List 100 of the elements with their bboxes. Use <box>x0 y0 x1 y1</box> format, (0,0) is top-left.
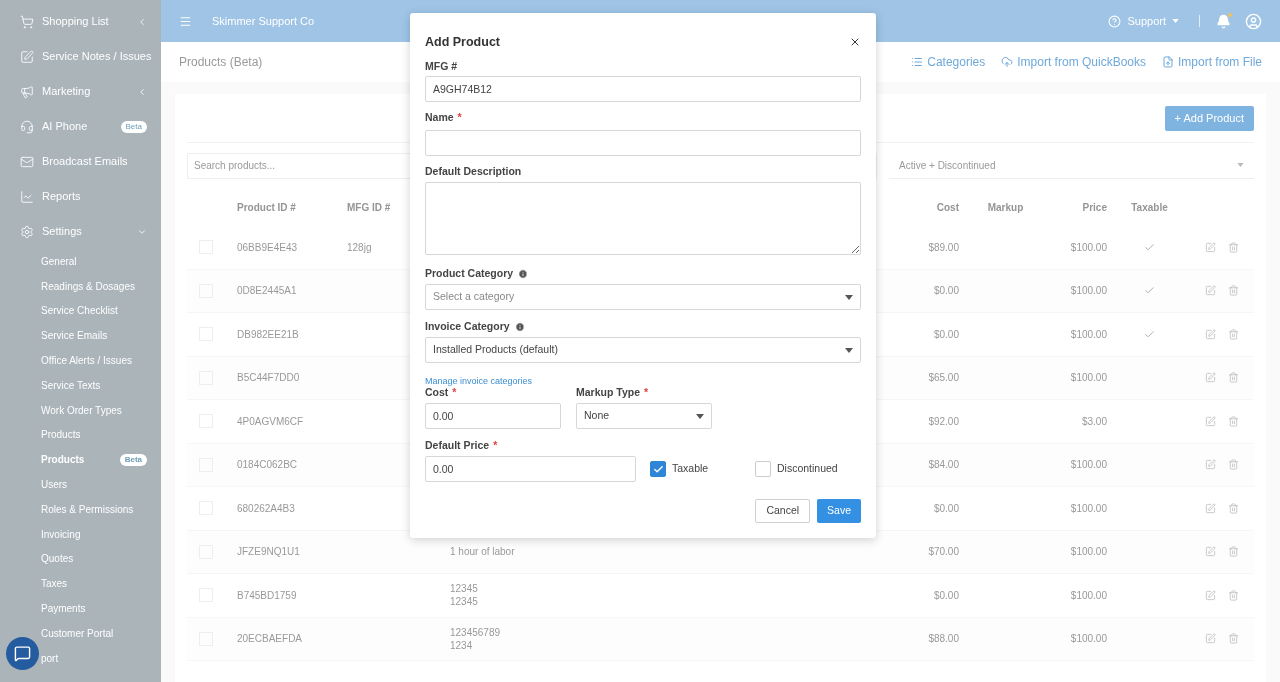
checkbox[interactable] <box>650 461 666 477</box>
edit-icon[interactable] <box>1205 633 1216 645</box>
delete-icon[interactable] <box>1228 241 1239 253</box>
delete-icon[interactable] <box>1228 459 1239 471</box>
cost-field[interactable]: 0.00 <box>425 403 561 429</box>
table-row[interactable]: B745BD1759 12345 12345 $0.00 $100.00 <box>187 574 1254 618</box>
info-icon[interactable] <box>518 269 529 279</box>
cancel-button[interactable]: Cancel <box>755 499 811 523</box>
column-header: Markup <box>986 200 1025 215</box>
status-filter[interactable]: Active + Discontinued <box>889 152 1254 179</box>
edit-icon[interactable] <box>1205 589 1216 601</box>
sidebar-subitem[interactable]: Taxes <box>0 571 161 597</box>
delete-icon[interactable] <box>1228 415 1239 427</box>
sidebar-subitem[interactable]: port <box>0 645 161 671</box>
checkbox[interactable] <box>755 461 771 477</box>
required-mark: * <box>457 110 462 126</box>
delete-icon[interactable] <box>1228 589 1239 601</box>
product-id: 0184C062BC <box>237 458 299 473</box>
delete-icon[interactable] <box>1228 502 1239 514</box>
caret-icon <box>696 413 704 419</box>
edit-icon[interactable] <box>1205 328 1216 340</box>
sidebar-item[interactable]: Reports <box>0 179 161 214</box>
sidebar-subitem[interactable]: Invoicing <box>0 521 161 547</box>
sidebar-item[interactable]: Broadcast Emails <box>0 144 161 179</box>
edit-icon[interactable] <box>1205 241 1216 253</box>
sidebar-item[interactable]: Service Notes / Issues <box>0 39 161 74</box>
product-id: 20ECBAEFDA <box>237 632 304 647</box>
delete-icon[interactable] <box>1228 372 1239 384</box>
edit-icon[interactable] <box>1205 502 1216 514</box>
cost-cell-text: $88.00 <box>927 632 959 647</box>
toolbar-link[interactable]: Categories <box>911 53 986 71</box>
avatar-icon[interactable] <box>1245 12 1262 30</box>
info-icon[interactable] <box>514 322 525 332</box>
price-cell-text: $100.00 <box>1069 458 1107 473</box>
sidebar-subitem[interactable]: Roles & Permissions <box>0 496 161 522</box>
sidebar-subitem[interactable]: Customer Portal <box>0 620 161 646</box>
delete-icon[interactable] <box>1228 285 1239 297</box>
manage-categories-link[interactable]: Manage invoice categories <box>425 376 533 386</box>
price-field[interactable]: 0.00 <box>425 456 636 482</box>
required-mark: * <box>452 386 457 401</box>
sidebar-subitem[interactable]: Readings & Dosages <box>0 273 161 299</box>
edit-icon[interactable] <box>1205 546 1216 558</box>
description-field[interactable] <box>425 182 861 255</box>
edit-icon[interactable] <box>1205 459 1216 471</box>
sidebar-subitem[interactable]: Work Order Types <box>0 397 161 423</box>
beta-badge: Beta <box>120 120 147 133</box>
settings-icon <box>20 224 34 239</box>
toolbar-link[interactable]: Import from File <box>1162 53 1262 71</box>
sidebar-subitem[interactable]: Service Emails <box>0 323 161 349</box>
product-id: 4P0AGVM6CF <box>237 414 305 429</box>
product-id: B5C44F7DD0 <box>237 371 301 386</box>
sidebar-subitem[interactable]: Products Beta <box>0 447 161 473</box>
save-button[interactable]: Save <box>817 499 861 523</box>
support-menu[interactable]: Support <box>1108 12 1179 30</box>
dialog-title: Add Product <box>425 33 500 51</box>
sidebar-subitem[interactable]: Quotes <box>0 546 161 572</box>
caret-icon <box>1237 163 1244 167</box>
product-id: JFZE9NQ1U1 <box>237 545 301 560</box>
menu-icon[interactable] <box>179 14 192 28</box>
add-product-button[interactable]: + Add Product <box>1164 105 1254 131</box>
edit-icon[interactable] <box>1205 415 1216 427</box>
cost-cell-text: $84.00 <box>927 458 959 473</box>
edit-icon[interactable] <box>1205 372 1216 384</box>
sidebar-subitem[interactable]: Products <box>0 422 161 448</box>
sidebar-subitem[interactable]: Office Alerts / Issues <box>0 348 161 373</box>
description-text: 123456789 <box>450 625 502 639</box>
sidebar-item[interactable]: Shopping List <box>0 4 161 39</box>
price-cell-text: $100.00 <box>1069 501 1107 516</box>
sidebar-subitem[interactable]: Users <box>0 472 161 497</box>
markup-type-select[interactable]: None <box>576 403 712 429</box>
description-text: 1 hour of labor <box>450 545 516 559</box>
sidebar-item[interactable]: AI Phone Beta <box>0 109 161 144</box>
cost-cell-text: $0.00 <box>932 501 959 516</box>
toolbar-link[interactable]: Import from QuickBooks <box>1001 53 1146 71</box>
field-label: Name <box>425 110 454 126</box>
notifications-button[interactable] <box>1216 13 1231 29</box>
price-cell-text: $100.00 <box>1069 240 1107 255</box>
mfg-field[interactable]: A9GH74B12 <box>425 76 861 102</box>
delete-icon[interactable] <box>1228 328 1239 340</box>
sidebar-subitem[interactable]: Payments <box>0 596 161 621</box>
headset-icon <box>20 119 34 134</box>
delete-icon[interactable] <box>1228 546 1239 558</box>
column-header: Cost <box>935 200 959 215</box>
invoice-category-select[interactable]: Installed Products (default) <box>425 337 861 363</box>
price-cell-text: $100.00 <box>1069 284 1107 299</box>
cost-cell-text: $0.00 <box>932 327 959 342</box>
sidebar-subitem[interactable]: Service Checklist <box>0 298 161 324</box>
field-label: Invoice Category <box>425 319 510 335</box>
caret-icon <box>1172 19 1179 23</box>
edit-icon[interactable] <box>1205 285 1216 297</box>
field-label: Default Description <box>425 164 522 180</box>
sidebar-subitem[interactable]: Service Texts <box>0 373 161 398</box>
close-icon[interactable] <box>849 36 861 48</box>
chat-icon <box>14 645 31 662</box>
delete-icon[interactable] <box>1228 633 1239 645</box>
name-field[interactable] <box>425 130 861 156</box>
sidebar-item[interactable]: Settings <box>0 214 161 249</box>
sidebar-item[interactable]: Marketing <box>0 74 161 109</box>
sidebar-subitem[interactable]: General <box>0 249 161 274</box>
product-category-select[interactable]: Select a category <box>425 284 861 310</box>
